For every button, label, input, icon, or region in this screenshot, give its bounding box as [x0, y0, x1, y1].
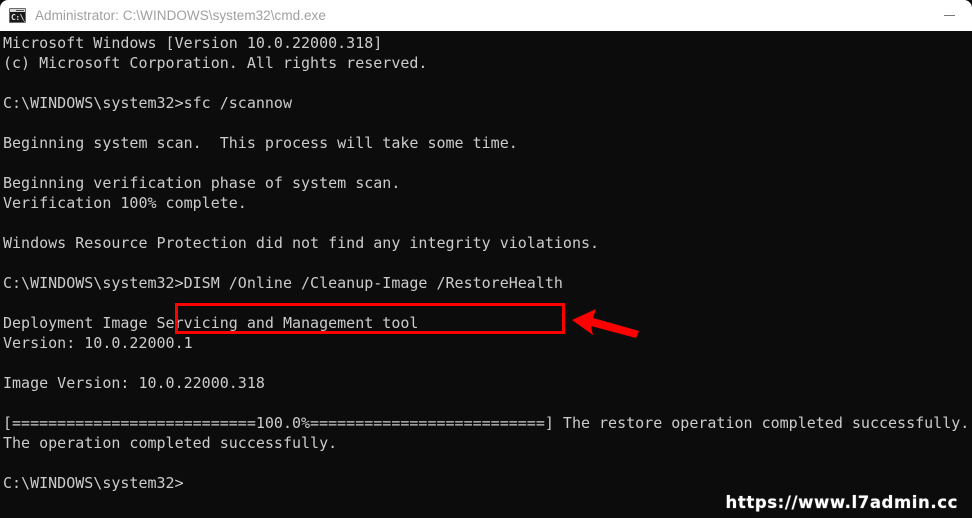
window-controls — [926, 0, 972, 31]
console-text: Microsoft Windows [Version 10.0.22000.31… — [3, 34, 970, 492]
icon-prompt-glyph: C:\_ — [11, 13, 25, 22]
minimize-icon — [943, 14, 955, 17]
window-titlebar[interactable]: C:\_ Administrator: C:\WINDOWS\system32\… — [0, 0, 972, 31]
console-output-area[interactable]: Microsoft Windows [Version 10.0.22000.31… — [0, 31, 972, 518]
window-title: Administrator: C:\WINDOWS\system32\cmd.e… — [35, 8, 326, 23]
minimize-button[interactable] — [926, 0, 972, 31]
cmd-console-icon: C:\_ — [9, 8, 26, 23]
cmd-window: C:\_ Administrator: C:\WINDOWS\system32\… — [0, 0, 972, 518]
icon-titlebar-strip — [10, 9, 25, 12]
site-watermark: https://www.l7admin.cc — [725, 493, 958, 512]
